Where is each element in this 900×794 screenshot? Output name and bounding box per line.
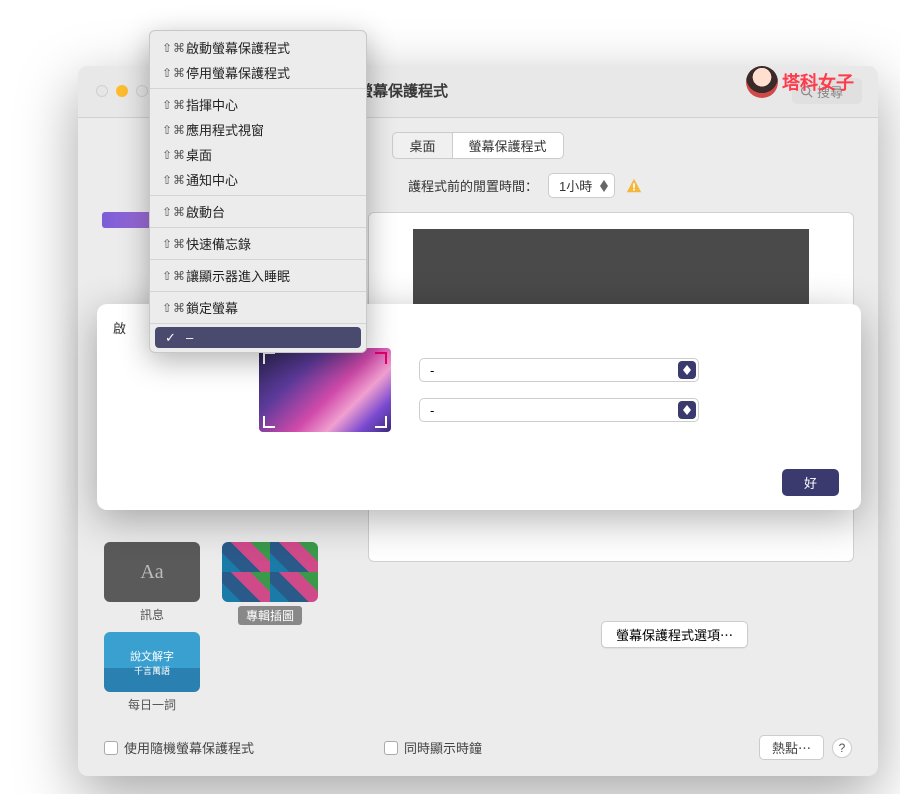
corner-selects: - -: [419, 358, 699, 422]
idle-time-value: 1小時: [559, 176, 592, 195]
window-title: 螢幕保護程式: [358, 80, 448, 101]
grid-item-word[interactable]: 說文解字 千言萬語 每日一詞: [104, 632, 200, 713]
menu-item-sleep-display[interactable]: ⇧⌘讓顯示器進入睡眠: [150, 263, 366, 288]
menu-separator: [150, 88, 366, 89]
menu-separator: [150, 227, 366, 228]
label-album: 專輯插圖: [238, 606, 302, 625]
menu-item-mission-control[interactable]: ⇧⌘指揮中心: [150, 92, 366, 117]
menu-item-start-screensaver[interactable]: ⇧⌘啟動螢幕保護程式: [150, 35, 366, 60]
corner-select-bottom-value: -: [430, 403, 434, 418]
menu-item-disable-screensaver[interactable]: ⇧⌘停用螢幕保護程式: [150, 60, 366, 85]
menu-separator: [150, 259, 366, 260]
menu-item-app-windows[interactable]: ⇧⌘應用程式視窗: [150, 117, 366, 142]
footer: 使用隨機螢幕保護程式 同時顯示時鐘 熱點⋯ ?: [104, 735, 852, 760]
label-word: 每日一詞: [104, 696, 200, 713]
grid-item-album[interactable]: 專輯插圖: [222, 542, 318, 625]
watermark-avatar-icon: [746, 66, 778, 98]
word-line1: 說文解字: [130, 648, 174, 664]
stepper-icon: [600, 180, 608, 192]
stepper-icon: [678, 401, 696, 419]
help-button[interactable]: ?: [832, 738, 852, 758]
stepper-icon: [678, 361, 696, 379]
sheet-body: - -: [119, 348, 839, 432]
clock-checkbox-row[interactable]: 同時顯示時鐘: [384, 738, 482, 757]
menu-item-launchpad[interactable]: ⇧⌘啟動台: [150, 199, 366, 224]
zoom-button[interactable]: [136, 85, 148, 97]
corner-tl-icon: [263, 352, 275, 364]
warning-icon: [625, 177, 643, 195]
grid-item-message[interactable]: Aa 訊息: [104, 542, 200, 625]
shortcut-icon: ⇧⌘: [162, 41, 186, 55]
watermark-text: 塔科女子: [782, 69, 854, 95]
tab-desktop[interactable]: 桌面: [392, 132, 452, 159]
menu-item-desktop[interactable]: ⇧⌘桌面: [150, 142, 366, 167]
tab-screensaver[interactable]: 螢幕保護程式: [452, 132, 564, 159]
corner-bl-icon: [263, 416, 275, 428]
thumbnail-grid-2: 說文解字 千言萬語 每日一詞: [78, 632, 200, 713]
menu-item-quick-note[interactable]: ⇧⌘快速備忘錄: [150, 231, 366, 256]
menu-item-none-selected[interactable]: ✓–: [155, 327, 361, 348]
shortcut-icon: ⇧⌘: [162, 123, 186, 137]
menu-item-notification-center[interactable]: ⇧⌘通知中心: [150, 167, 366, 192]
clock-checkbox[interactable]: [384, 741, 398, 755]
corner-preview: [259, 348, 391, 432]
traffic-lights: [96, 85, 148, 97]
shortcut-icon: ⇧⌘: [162, 237, 186, 251]
label-message: 訊息: [104, 606, 200, 623]
sheet-label: 啟: [113, 318, 126, 337]
corner-tr-icon: [375, 352, 387, 364]
idle-label: 護程式前的閒置時間：: [408, 176, 538, 195]
corner-action-menu: ⇧⌘啟動螢幕保護程式 ⇧⌘停用螢幕保護程式 ⇧⌘指揮中心 ⇧⌘應用程式視窗 ⇧⌘…: [149, 30, 367, 353]
watermark: 塔科女子: [746, 66, 854, 98]
selected-item-indicator: [102, 212, 154, 228]
menu-separator: [150, 323, 366, 324]
check-icon: ✓: [165, 330, 176, 346]
menu-separator: [150, 195, 366, 196]
menu-separator: [150, 291, 366, 292]
corner-select-bottom[interactable]: -: [419, 398, 699, 422]
menu-item-lock-screen[interactable]: ⇧⌘鎖定螢幕: [150, 295, 366, 320]
thumb-word: 說文解字 千言萬語: [104, 632, 200, 692]
shortcut-icon: ⇧⌘: [162, 98, 186, 112]
random-label: 使用隨機螢幕保護程式: [124, 738, 254, 757]
minimize-button[interactable]: [116, 85, 128, 97]
thumbnail-grid: Aa 訊息 專輯插圖: [78, 542, 318, 625]
thumb-message: Aa: [104, 542, 200, 602]
thumb-album: [222, 542, 318, 602]
close-button[interactable]: [96, 85, 108, 97]
shortcut-icon: ⇧⌘: [162, 301, 186, 315]
corner-select-top-value: -: [430, 363, 434, 378]
shortcut-icon: ⇧⌘: [162, 205, 186, 219]
idle-time-row: 護程式前的閒置時間： 1小時: [408, 173, 878, 198]
shortcut-icon: ⇧⌘: [162, 269, 186, 283]
ok-button[interactable]: 好: [782, 469, 839, 496]
corner-select-top[interactable]: -: [419, 358, 699, 382]
shortcut-icon: ⇧⌘: [162, 173, 186, 187]
shortcut-icon: ⇧⌘: [162, 66, 186, 80]
word-line2: 千言萬語: [134, 664, 170, 677]
shortcut-icon: ⇧⌘: [162, 148, 186, 162]
screensaver-options-button[interactable]: 螢幕保護程式選項⋯: [601, 621, 748, 648]
idle-time-select[interactable]: 1小時: [548, 173, 615, 198]
corner-br-icon: [375, 416, 387, 428]
clock-label: 同時顯示時鐘: [404, 738, 482, 757]
random-checkbox-row[interactable]: 使用隨機螢幕保護程式: [104, 738, 384, 757]
random-checkbox[interactable]: [104, 741, 118, 755]
hotcorners-button[interactable]: 熱點⋯: [759, 735, 824, 760]
